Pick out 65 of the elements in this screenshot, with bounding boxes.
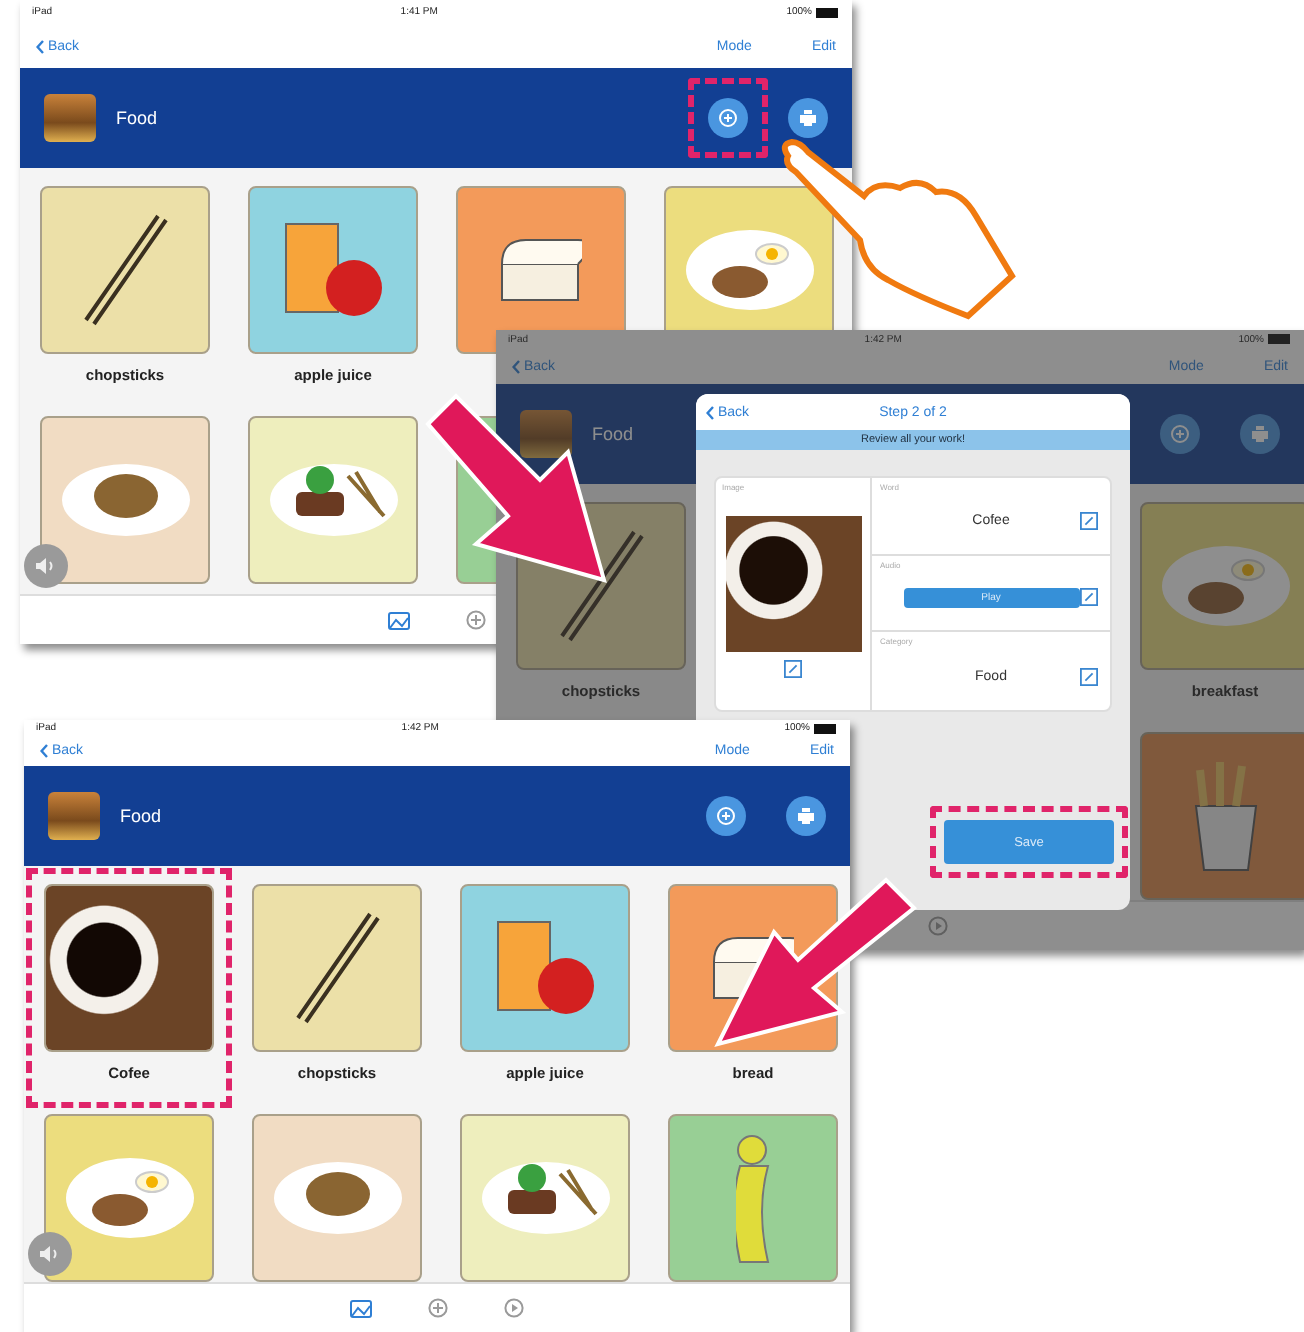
photo-placeholder bbox=[520, 410, 572, 458]
breakfast-plate-drawing bbox=[65, 1158, 193, 1238]
edit-button[interactable] bbox=[1080, 511, 1098, 530]
edit-icon bbox=[1080, 588, 1098, 607]
tab-button[interactable] bbox=[350, 1299, 372, 1317]
battery-icon bbox=[816, 7, 840, 17]
chevron-left-icon bbox=[512, 359, 520, 374]
add-icon bbox=[465, 610, 485, 630]
battery-icon bbox=[814, 723, 838, 734]
chopsticks-drawing bbox=[557, 528, 645, 644]
play-icon bbox=[928, 916, 948, 936]
edit-button[interactable] bbox=[1080, 667, 1098, 686]
breakfast-plate-drawing bbox=[685, 230, 813, 310]
play-icon bbox=[504, 1298, 524, 1318]
speaker-icon bbox=[40, 1246, 60, 1262]
category-title: Food bbox=[116, 108, 158, 128]
bread-drawing bbox=[500, 238, 582, 302]
print-button[interactable] bbox=[788, 98, 828, 138]
picture-card[interactable] bbox=[252, 884, 422, 1052]
fries-drawing bbox=[1189, 760, 1261, 872]
tab-button[interactable] bbox=[504, 1298, 524, 1318]
print-button[interactable] bbox=[786, 796, 826, 836]
cookie-plate-drawing bbox=[61, 464, 189, 536]
chopsticks-drawing bbox=[81, 212, 169, 328]
photo-placeholder bbox=[44, 94, 96, 142]
tab-button[interactable] bbox=[428, 1298, 448, 1318]
chevron-left-icon bbox=[36, 39, 44, 53]
photo-placeholder bbox=[725, 516, 861, 652]
edit-button[interactable] bbox=[1080, 588, 1098, 607]
tab-button[interactable] bbox=[387, 611, 409, 629]
picture-card[interactable] bbox=[460, 1114, 630, 1282]
steak-plate-drawing bbox=[481, 1162, 609, 1234]
add-icon bbox=[428, 1298, 448, 1318]
juice-and-apple-drawing bbox=[495, 920, 595, 1016]
cookie-plate-drawing bbox=[273, 1162, 401, 1234]
tab-button[interactable] bbox=[465, 610, 485, 630]
picture-card[interactable] bbox=[248, 416, 418, 584]
juice-and-apple-drawing bbox=[283, 222, 383, 318]
edit-icon bbox=[784, 660, 802, 678]
printer-icon bbox=[798, 108, 818, 128]
printer-icon bbox=[1250, 424, 1270, 444]
edit-icon bbox=[1080, 667, 1098, 686]
add-button[interactable] bbox=[708, 98, 748, 138]
add-icon bbox=[1170, 424, 1190, 444]
category-title: Food bbox=[120, 806, 162, 826]
volume-button[interactable] bbox=[24, 544, 68, 588]
picture-icon bbox=[387, 611, 409, 629]
chevron-left-icon bbox=[40, 744, 48, 759]
add-icon bbox=[718, 108, 738, 128]
battery-icon bbox=[1268, 334, 1292, 345]
photo-placeholder bbox=[48, 792, 100, 840]
add-button[interactable] bbox=[706, 796, 746, 836]
edit-button[interactable] bbox=[784, 660, 802, 678]
speaker-icon bbox=[36, 558, 56, 574]
chopsticks-drawing bbox=[293, 910, 381, 1026]
steak-plate-drawing bbox=[269, 464, 397, 536]
picture-icon bbox=[350, 1299, 372, 1317]
picture-card[interactable] bbox=[40, 186, 210, 354]
edit-icon bbox=[1080, 511, 1098, 530]
printer-icon bbox=[796, 806, 816, 826]
chevron-left-icon bbox=[706, 405, 714, 419]
breakfast-plate-drawing bbox=[1161, 546, 1289, 626]
add-icon bbox=[716, 806, 736, 826]
category-title: Food bbox=[592, 424, 634, 444]
volume-button[interactable] bbox=[28, 1232, 72, 1276]
